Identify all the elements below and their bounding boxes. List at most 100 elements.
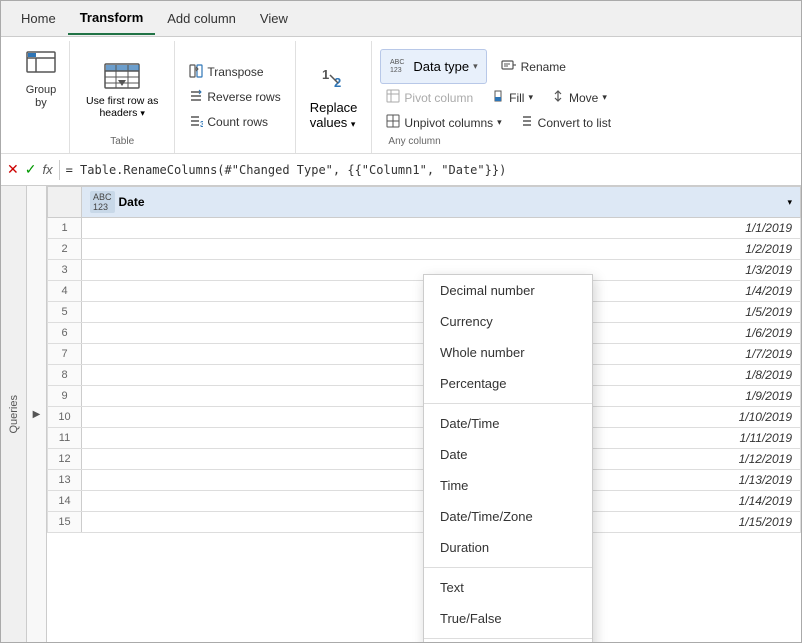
data-type-icon: ABC 123	[389, 54, 409, 79]
dropdown-menu-item[interactable]: Whole number	[424, 337, 592, 368]
menu-transform[interactable]: Transform	[68, 2, 156, 35]
menu-add-column[interactable]: Add column	[155, 3, 248, 34]
reverse-rows-icon	[189, 89, 203, 106]
queries-label: Queries	[8, 395, 20, 434]
row-number: 6	[48, 323, 82, 344]
row-number: 4	[48, 281, 82, 302]
transpose-label: Transpose	[207, 65, 263, 79]
first-row-icon	[103, 60, 141, 95]
fill-arrow: ▾	[528, 92, 533, 103]
dropdown-menu-item[interactable]: Decimal number	[424, 275, 592, 306]
group-by-button[interactable]: Groupby	[17, 45, 65, 114]
dropdown-menu-item[interactable]: Percentage	[424, 368, 592, 399]
row-number: 13	[48, 470, 82, 491]
row-number: 15	[48, 512, 82, 533]
svg-text:3: 3	[200, 120, 203, 128]
svg-text:123: 123	[390, 67, 402, 74]
dropdown-separator	[424, 638, 592, 639]
row-number: 9	[48, 386, 82, 407]
reverse-rows-button[interactable]: Reverse rows	[183, 86, 286, 109]
count-rows-label: Count rows	[207, 115, 268, 129]
formula-bar: ✕ ✓ fx = Table.RenameColumns(#"Changed T…	[1, 154, 801, 186]
pivot-column-button[interactable]: Pivot column	[380, 86, 479, 109]
any-column-label: Any column	[380, 134, 448, 149]
unpivot-icon	[386, 114, 400, 131]
row-number-header	[48, 187, 82, 218]
fill-label: Fill	[509, 91, 524, 105]
date-cell: 1/1/2019	[82, 218, 801, 239]
count-rows-icon: 3	[189, 114, 203, 131]
menu-home[interactable]: Home	[9, 3, 68, 34]
convert-icon	[520, 114, 534, 131]
rename-icon	[501, 57, 517, 76]
accept-icon: ✓	[25, 161, 37, 178]
ribbon-group-table-left: Groupby	[9, 41, 70, 153]
row-number: 10	[48, 407, 82, 428]
row-number: 7	[48, 344, 82, 365]
fill-button[interactable]: Fill ▾	[485, 86, 539, 109]
move-arrow: ▾	[602, 92, 607, 103]
replace-values-label: Replacevalues ▾	[310, 100, 358, 130]
convert-to-list-button[interactable]: Convert to list	[514, 111, 617, 134]
row-number: 14	[48, 491, 82, 512]
ribbon-group-transform-ops: Transpose Reverse rows	[175, 41, 295, 153]
dropdown-menu-item[interactable]: Date	[424, 439, 592, 470]
dropdown-menu-item[interactable]: Date/Time/Zone	[424, 501, 592, 532]
convert-label: Convert to list	[538, 116, 611, 130]
count-rows-button[interactable]: 3 Count rows	[183, 111, 286, 134]
row-number: 8	[48, 365, 82, 386]
col-type-badge: ABC123	[90, 191, 115, 213]
pivot-label: Pivot column	[404, 91, 473, 105]
formula-bar-accept[interactable]: ✓	[25, 161, 37, 178]
reverse-rows-label: Reverse rows	[207, 90, 280, 104]
rename-label: Rename	[521, 60, 566, 74]
fx-icon: fx	[42, 162, 52, 177]
data-type-label: Data type	[413, 59, 469, 74]
row-number: 1	[48, 218, 82, 239]
group-by-label: Groupby	[26, 84, 57, 110]
svg-text:1: 1	[322, 67, 329, 82]
table-group-label: Table	[78, 134, 166, 149]
move-button[interactable]: Move ▾	[545, 86, 613, 109]
unpivot-button[interactable]: Unpivot columns ▾	[380, 111, 507, 134]
formula-bar-separator	[59, 160, 60, 180]
dropdown-menu-item[interactable]: Currency	[424, 306, 592, 337]
ribbon-group-replace: 1 2 Replacevalues ▾	[296, 41, 373, 153]
expand-panel-arrow[interactable]: ▶	[27, 186, 47, 642]
dropdown-menu-item[interactable]: Duration	[424, 532, 592, 563]
move-label: Move	[569, 91, 598, 105]
menu-view[interactable]: View	[248, 3, 300, 34]
dropdown-menu-item[interactable]: True/False	[424, 603, 592, 634]
data-type-arrow: ▾	[473, 61, 478, 72]
expand-icon: ▶	[33, 409, 41, 420]
dropdown-menu-item[interactable]: Text	[424, 572, 592, 603]
transpose-button[interactable]: Transpose	[183, 61, 286, 84]
rename-button[interactable]: Rename	[495, 54, 572, 79]
col-dropdown-arrow[interactable]: ▾	[787, 197, 792, 208]
menubar: Home Transform Add column View	[1, 1, 801, 37]
unpivot-arrow: ▾	[497, 117, 502, 128]
data-type-dropdown-menu: Decimal numberCurrencyWhole numberPercen…	[423, 274, 593, 642]
date-cell: 1/2/2019	[82, 239, 801, 260]
first-row-button[interactable]: Use first row asheaders ▾	[78, 56, 166, 123]
date-column-header[interactable]: ABC123 Date ▾	[82, 187, 801, 218]
dropdown-menu-item[interactable]: Time	[424, 470, 592, 501]
row-number: 2	[48, 239, 82, 260]
data-type-dropdown[interactable]: ABC 123 Data type ▾	[380, 49, 486, 84]
main-window: Home Transform Add column View Gr	[0, 0, 802, 643]
first-row-label: Use first row asheaders ▾	[86, 95, 158, 119]
formula-bar-reject[interactable]: ✕	[7, 161, 19, 178]
dropdown-menu-item[interactable]: Date/Time	[424, 408, 592, 439]
formula-bar-content[interactable]: = Table.RenameColumns(#"Changed Type", {…	[66, 163, 507, 177]
ribbon-group-any-column: ABC 123 Data type ▾	[372, 41, 625, 153]
replace-values-button[interactable]: 1 2 Replacevalues ▾	[304, 45, 364, 149]
ribbon: Groupby	[1, 37, 801, 154]
svg-text:ABC: ABC	[390, 59, 404, 66]
content-area: Queries ▶ ABC123 Date ▾	[1, 186, 801, 642]
transpose-icon	[189, 64, 203, 81]
queries-sidebar[interactable]: Queries	[1, 186, 27, 642]
row-number: 3	[48, 260, 82, 281]
pivot-icon	[386, 89, 400, 106]
row-number: 12	[48, 449, 82, 470]
fill-icon	[491, 89, 505, 106]
